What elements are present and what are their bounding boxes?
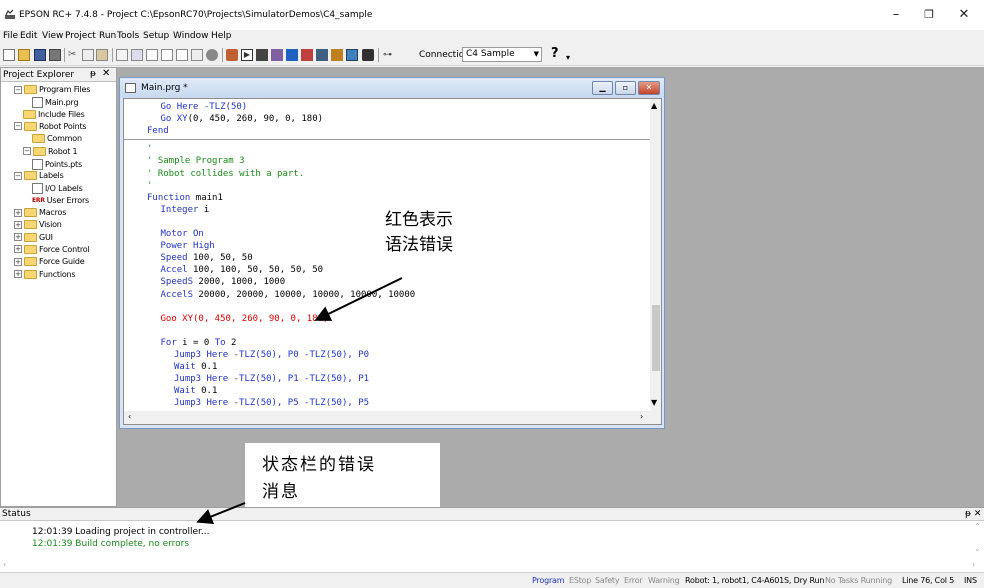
status-mode: INS (964, 576, 977, 585)
status-tasks: No Tasks Running (825, 576, 892, 585)
status-program: Program (532, 576, 565, 585)
status-error-arrow (196, 502, 246, 524)
status-position: Line 76, Col 5 (902, 576, 955, 585)
syntax-error-arrow (314, 277, 403, 321)
status-safety: Safety (595, 576, 620, 585)
annotation-arrows (196, 277, 403, 524)
status-bar: Program EStop Safety Error Warning Robot… (0, 572, 984, 588)
status-robot: Robot: 1, robot1, C4-A601S, Dry Run (685, 576, 825, 585)
status-error: Error (624, 576, 643, 585)
status-warning: Warning (648, 576, 680, 585)
status-estop: EStop (569, 576, 592, 585)
